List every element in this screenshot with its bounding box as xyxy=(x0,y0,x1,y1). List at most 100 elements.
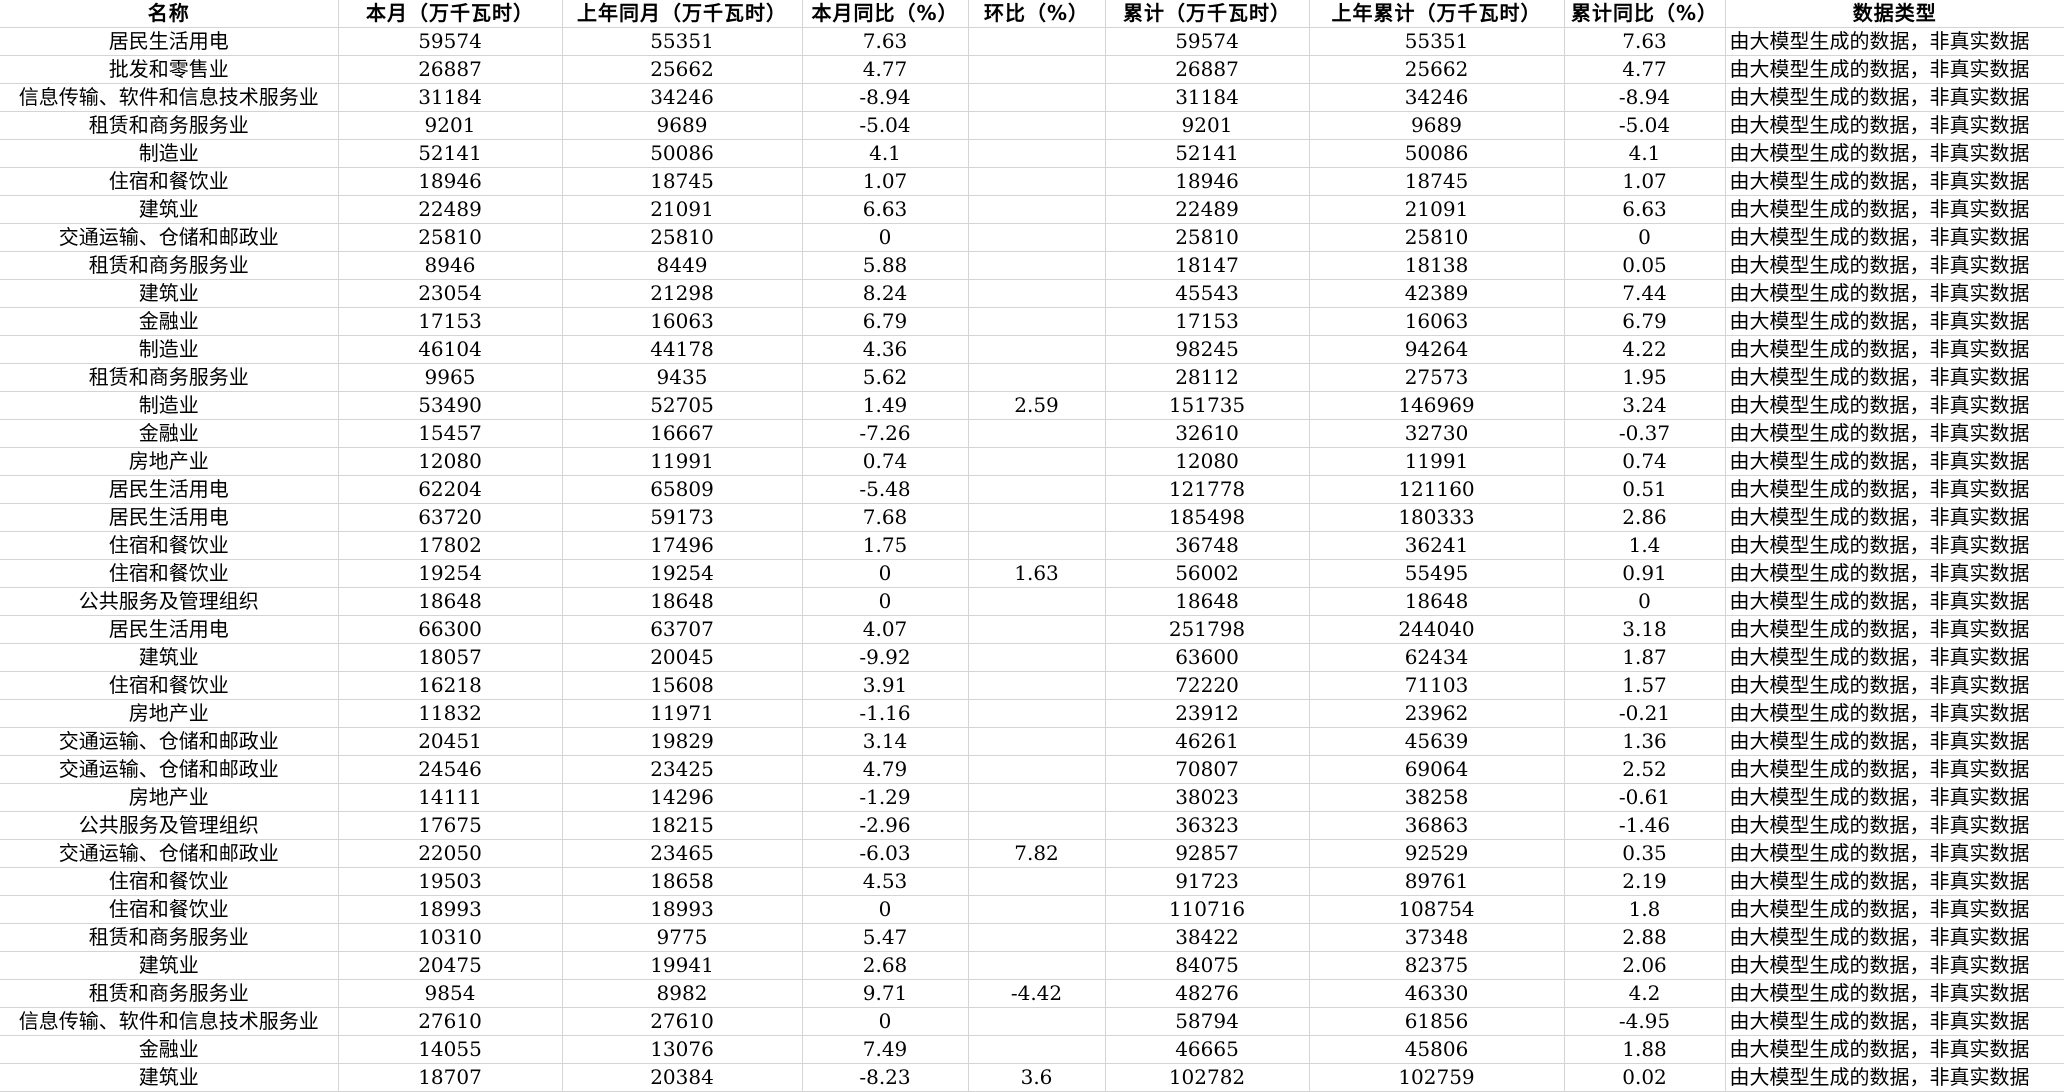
cell-cumulative-yoy[interactable]: 1.8 xyxy=(1564,895,1726,924)
cell-month-yoy[interactable]: -9.92 xyxy=(802,643,969,672)
cell-name[interactable]: 房地产业 xyxy=(0,447,339,476)
cell-name[interactable]: 住宿和餐饮业 xyxy=(0,559,339,588)
cell-last-year-cumulative[interactable]: 45639 xyxy=(1309,727,1565,756)
cell-month-yoy[interactable]: 4.77 xyxy=(802,55,969,84)
cell-cumulative[interactable]: 185498 xyxy=(1105,503,1310,532)
cell-month-yoy[interactable]: 0 xyxy=(802,223,969,252)
cell-last-year-month[interactable]: 15608 xyxy=(562,671,803,700)
cell-cumulative[interactable]: 58794 xyxy=(1105,1007,1310,1036)
cell-name[interactable]: 交通运输、仓储和邮政业 xyxy=(0,727,339,756)
cell-data-type[interactable]: 由大模型生成的数据，非真实数据 xyxy=(1725,951,2064,980)
cell-current-month[interactable]: 19254 xyxy=(338,559,563,588)
cell-month-yoy[interactable]: 5.47 xyxy=(802,923,969,952)
cell-last-year-month[interactable]: 18658 xyxy=(562,867,803,896)
cell-last-year-month[interactable]: 25810 xyxy=(562,223,803,252)
cell-cumulative[interactable]: 36748 xyxy=(1105,531,1310,560)
cell-name[interactable]: 交通运输、仓储和邮政业 xyxy=(0,755,339,784)
cell-data-type[interactable]: 由大模型生成的数据，非真实数据 xyxy=(1725,223,2064,252)
cell-cumulative-yoy[interactable]: 0.35 xyxy=(1564,839,1726,868)
cell-data-type[interactable]: 由大模型生成的数据，非真实数据 xyxy=(1725,643,2064,672)
cell-last-year-month[interactable]: 27610 xyxy=(562,1007,803,1036)
cell-last-year-month[interactable]: 13076 xyxy=(562,1035,803,1064)
cell-data-type[interactable]: 由大模型生成的数据，非真实数据 xyxy=(1725,307,2064,336)
cell-last-year-month[interactable]: 21091 xyxy=(562,195,803,224)
cell-last-year-cumulative[interactable]: 121160 xyxy=(1309,475,1565,504)
cell-cumulative[interactable]: 102782 xyxy=(1105,1063,1310,1092)
cell-mom[interactable] xyxy=(968,167,1106,196)
cell-mom[interactable] xyxy=(968,251,1106,280)
cell-cumulative-yoy[interactable]: 1.95 xyxy=(1564,363,1726,392)
cell-data-type[interactable]: 由大模型生成的数据，非真实数据 xyxy=(1725,475,2064,504)
cell-mom[interactable] xyxy=(968,1035,1106,1064)
cell-name[interactable]: 房地产业 xyxy=(0,783,339,812)
cell-mom[interactable] xyxy=(968,699,1106,728)
cell-cumulative[interactable]: 110716 xyxy=(1105,895,1310,924)
cell-data-type[interactable]: 由大模型生成的数据，非真实数据 xyxy=(1725,587,2064,616)
cell-mom[interactable]: 7.82 xyxy=(968,839,1106,868)
cell-last-year-month[interactable]: 34246 xyxy=(562,83,803,112)
cell-data-type[interactable]: 由大模型生成的数据，非真实数据 xyxy=(1725,111,2064,140)
cell-cumulative-yoy[interactable]: 6.63 xyxy=(1564,195,1726,224)
cell-month-yoy[interactable]: 5.88 xyxy=(802,251,969,280)
cell-mom[interactable]: 2.59 xyxy=(968,391,1106,420)
cell-last-year-cumulative[interactable]: 89761 xyxy=(1309,867,1565,896)
cell-cumulative-yoy[interactable]: 0.51 xyxy=(1564,475,1726,504)
cell-last-year-month[interactable]: 8449 xyxy=(562,251,803,280)
cell-last-year-cumulative[interactable]: 11991 xyxy=(1309,447,1565,476)
cell-month-yoy[interactable]: 0.74 xyxy=(802,447,969,476)
cell-data-type[interactable]: 由大模型生成的数据，非真实数据 xyxy=(1725,1007,2064,1036)
cell-cumulative-yoy[interactable]: 2.52 xyxy=(1564,755,1726,784)
cell-data-type[interactable]: 由大模型生成的数据，非真实数据 xyxy=(1725,83,2064,112)
cell-mom[interactable] xyxy=(968,923,1106,952)
cell-cumulative-yoy[interactable]: -5.04 xyxy=(1564,111,1726,140)
cell-month-yoy[interactable]: 4.36 xyxy=(802,335,969,364)
cell-cumulative-yoy[interactable]: -1.46 xyxy=(1564,811,1726,840)
cell-cumulative-yoy[interactable]: -0.21 xyxy=(1564,699,1726,728)
cell-month-yoy[interactable]: -8.94 xyxy=(802,83,969,112)
cell-name[interactable]: 租赁和商务服务业 xyxy=(0,363,339,392)
cell-data-type[interactable]: 由大模型生成的数据，非真实数据 xyxy=(1725,699,2064,728)
cell-cumulative[interactable]: 38023 xyxy=(1105,783,1310,812)
cell-mom[interactable] xyxy=(968,419,1106,448)
cell-month-yoy[interactable]: 0 xyxy=(802,559,969,588)
cell-cumulative[interactable]: 28112 xyxy=(1105,363,1310,392)
cell-cumulative[interactable]: 12080 xyxy=(1105,447,1310,476)
cell-name[interactable]: 金融业 xyxy=(0,307,339,336)
cell-cumulative-yoy[interactable]: 0.05 xyxy=(1564,251,1726,280)
cell-cumulative-yoy[interactable]: 4.1 xyxy=(1564,139,1726,168)
cell-mom[interactable] xyxy=(968,895,1106,924)
cell-mom[interactable] xyxy=(968,727,1106,756)
cell-data-type[interactable]: 由大模型生成的数据，非真实数据 xyxy=(1725,1035,2064,1064)
cell-month-yoy[interactable]: 7.49 xyxy=(802,1035,969,1064)
cell-cumulative[interactable]: 36323 xyxy=(1105,811,1310,840)
cell-current-month[interactable]: 18707 xyxy=(338,1063,563,1092)
cell-month-yoy[interactable]: -1.16 xyxy=(802,699,969,728)
cell-data-type[interactable]: 由大模型生成的数据，非真实数据 xyxy=(1725,447,2064,476)
cell-data-type[interactable]: 由大模型生成的数据，非真实数据 xyxy=(1725,279,2064,308)
cell-name[interactable]: 租赁和商务服务业 xyxy=(0,923,339,952)
cell-name[interactable]: 信息传输、软件和信息技术服务业 xyxy=(0,1007,339,1036)
header-cumulative-yoy[interactable]: 累计同比（%） xyxy=(1564,0,1726,28)
cell-last-year-cumulative[interactable]: 38258 xyxy=(1309,783,1565,812)
cell-name[interactable]: 信息传输、软件和信息技术服务业 xyxy=(0,83,339,112)
cell-month-yoy[interactable]: 8.24 xyxy=(802,279,969,308)
cell-last-year-month[interactable]: 25662 xyxy=(562,55,803,84)
cell-mom[interactable] xyxy=(968,671,1106,700)
cell-last-year-month[interactable]: 44178 xyxy=(562,335,803,364)
cell-cumulative-yoy[interactable]: 1.88 xyxy=(1564,1035,1726,1064)
cell-last-year-month[interactable]: 18648 xyxy=(562,587,803,616)
cell-data-type[interactable]: 由大模型生成的数据，非真实数据 xyxy=(1725,27,2064,56)
cell-mom[interactable] xyxy=(968,27,1106,56)
cell-last-year-cumulative[interactable]: 18138 xyxy=(1309,251,1565,280)
cell-mom[interactable] xyxy=(968,363,1106,392)
cell-cumulative-yoy[interactable]: 1.87 xyxy=(1564,643,1726,672)
cell-cumulative-yoy[interactable]: 4.22 xyxy=(1564,335,1726,364)
cell-data-type[interactable]: 由大模型生成的数据，非真实数据 xyxy=(1725,867,2064,896)
cell-cumulative[interactable]: 17153 xyxy=(1105,307,1310,336)
cell-cumulative-yoy[interactable]: -0.37 xyxy=(1564,419,1726,448)
cell-last-year-cumulative[interactable]: 36241 xyxy=(1309,531,1565,560)
cell-mom[interactable] xyxy=(968,111,1106,140)
cell-current-month[interactable]: 9201 xyxy=(338,111,563,140)
cell-month-yoy[interactable]: 7.68 xyxy=(802,503,969,532)
cell-last-year-cumulative[interactable]: 37348 xyxy=(1309,923,1565,952)
